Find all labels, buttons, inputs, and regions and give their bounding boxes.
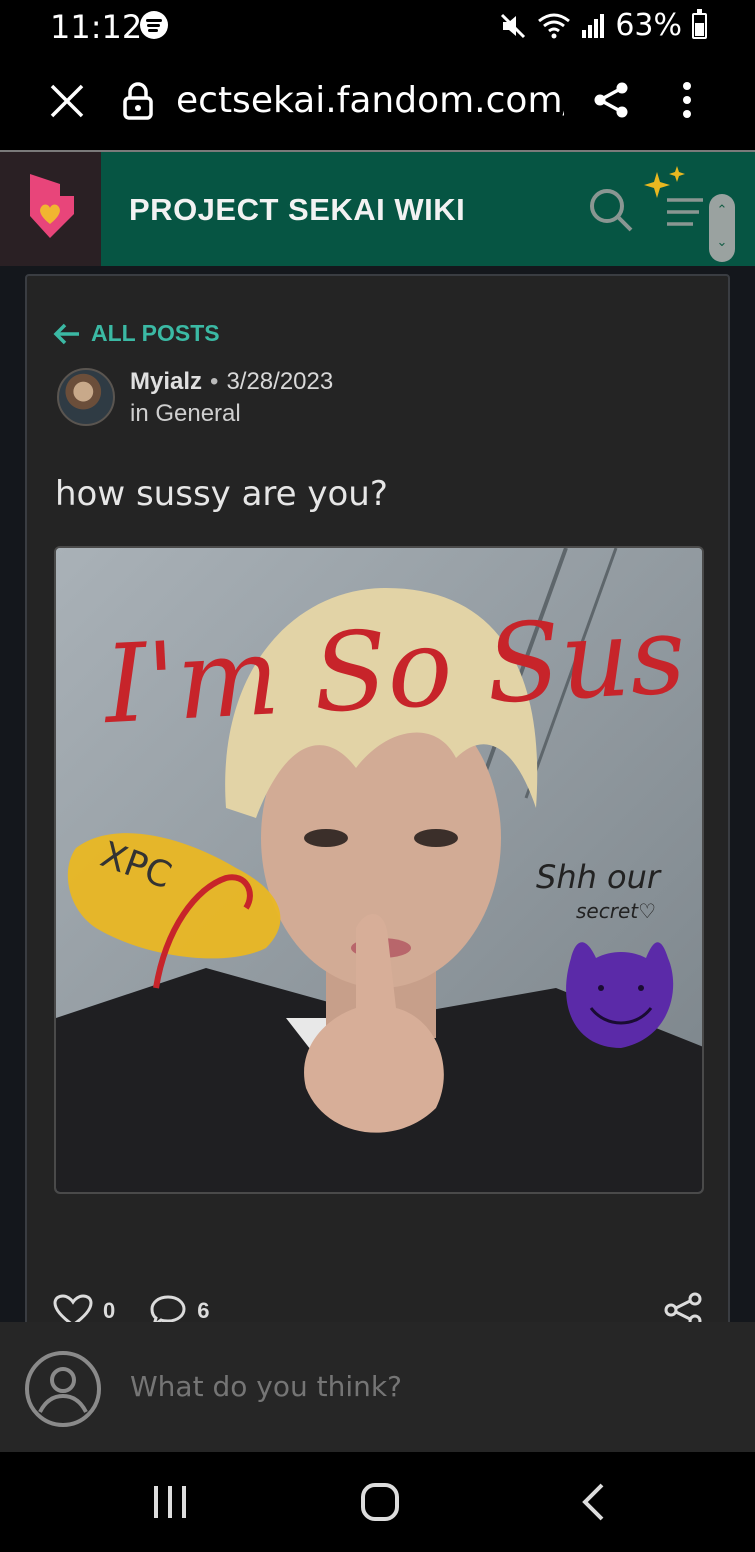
fandom-logo-box[interactable] <box>0 152 101 266</box>
status-time: 11:12 <box>50 8 143 46</box>
status-bar: 11:12 63% <box>0 0 755 52</box>
scroll-handle[interactable]: ⌃ ⌄ <box>709 194 735 262</box>
comment-count: 6 <box>197 1298 210 1323</box>
home-icon[interactable] <box>360 1482 400 1527</box>
close-icon[interactable] <box>48 82 86 125</box>
fandom-logo-icon <box>30 174 74 238</box>
chevron-down-icon: ⌄ <box>716 234 728 249</box>
recents-icon[interactable] <box>152 1482 188 1527</box>
comment-bar <box>0 1322 755 1452</box>
menu-sparkle-icon[interactable] <box>637 166 707 241</box>
post-meta: Myialz • 3/28/2023 <box>130 368 333 396</box>
wiki-title-bar: PROJECT SEKAI WIKI ⌃ ⌄ <box>101 152 755 266</box>
system-nav-bar <box>0 1452 755 1552</box>
image-note-text: Shh our <box>536 858 662 896</box>
battery-percent: 63% <box>615 8 682 43</box>
share-icon[interactable] <box>592 80 630 125</box>
avatar[interactable] <box>57 368 115 426</box>
mute-icon <box>499 12 527 40</box>
post-image[interactable]: I'm So Sus XPC Shh our secret♡ <box>54 546 704 1194</box>
wiki-title[interactable]: PROJECT SEKAI WIKI <box>129 192 465 228</box>
battery-icon <box>692 8 707 39</box>
post-date: 3/28/2023 <box>226 368 334 395</box>
url-text[interactable]: ectsekai.fandom.com/f <box>176 80 564 121</box>
author-name[interactable]: Myialz <box>130 368 202 395</box>
post-title: how sussy are you? <box>55 474 388 514</box>
wiki-header: PROJECT SEKAI WIKI ⌃ ⌄ <box>0 152 755 266</box>
comment-input[interactable] <box>130 1370 690 1403</box>
chevron-up-icon: ⌃ <box>716 202 728 217</box>
wifi-icon <box>537 12 571 40</box>
spotify-icon <box>140 11 168 39</box>
more-vertical-icon[interactable] <box>672 80 702 125</box>
like-count: 0 <box>103 1298 116 1323</box>
signal-icon <box>581 13 605 39</box>
lock-icon <box>122 82 154 125</box>
back-icon[interactable] <box>580 1482 606 1527</box>
all-posts-label: ALL POSTS <box>91 320 220 346</box>
image-note-text-2: secret♡ <box>576 899 656 923</box>
post-category[interactable]: in General <box>130 400 241 428</box>
arrow-left-icon <box>53 323 79 344</box>
browser-url-bar: ectsekai.fandom.com/f <box>0 52 755 150</box>
post-card: ALL POSTS Myialz • 3/28/2023 in General ho… <box>25 274 730 1452</box>
user-avatar-icon <box>24 1350 102 1433</box>
all-posts-link[interactable]: ALL POSTS <box>53 320 220 347</box>
meta-separator: • <box>210 368 219 395</box>
search-icon[interactable] <box>587 186 635 239</box>
web-page: PROJECT SEKAI WIKI ⌃ ⌄ ALL POSTS Myialz … <box>0 152 755 1452</box>
